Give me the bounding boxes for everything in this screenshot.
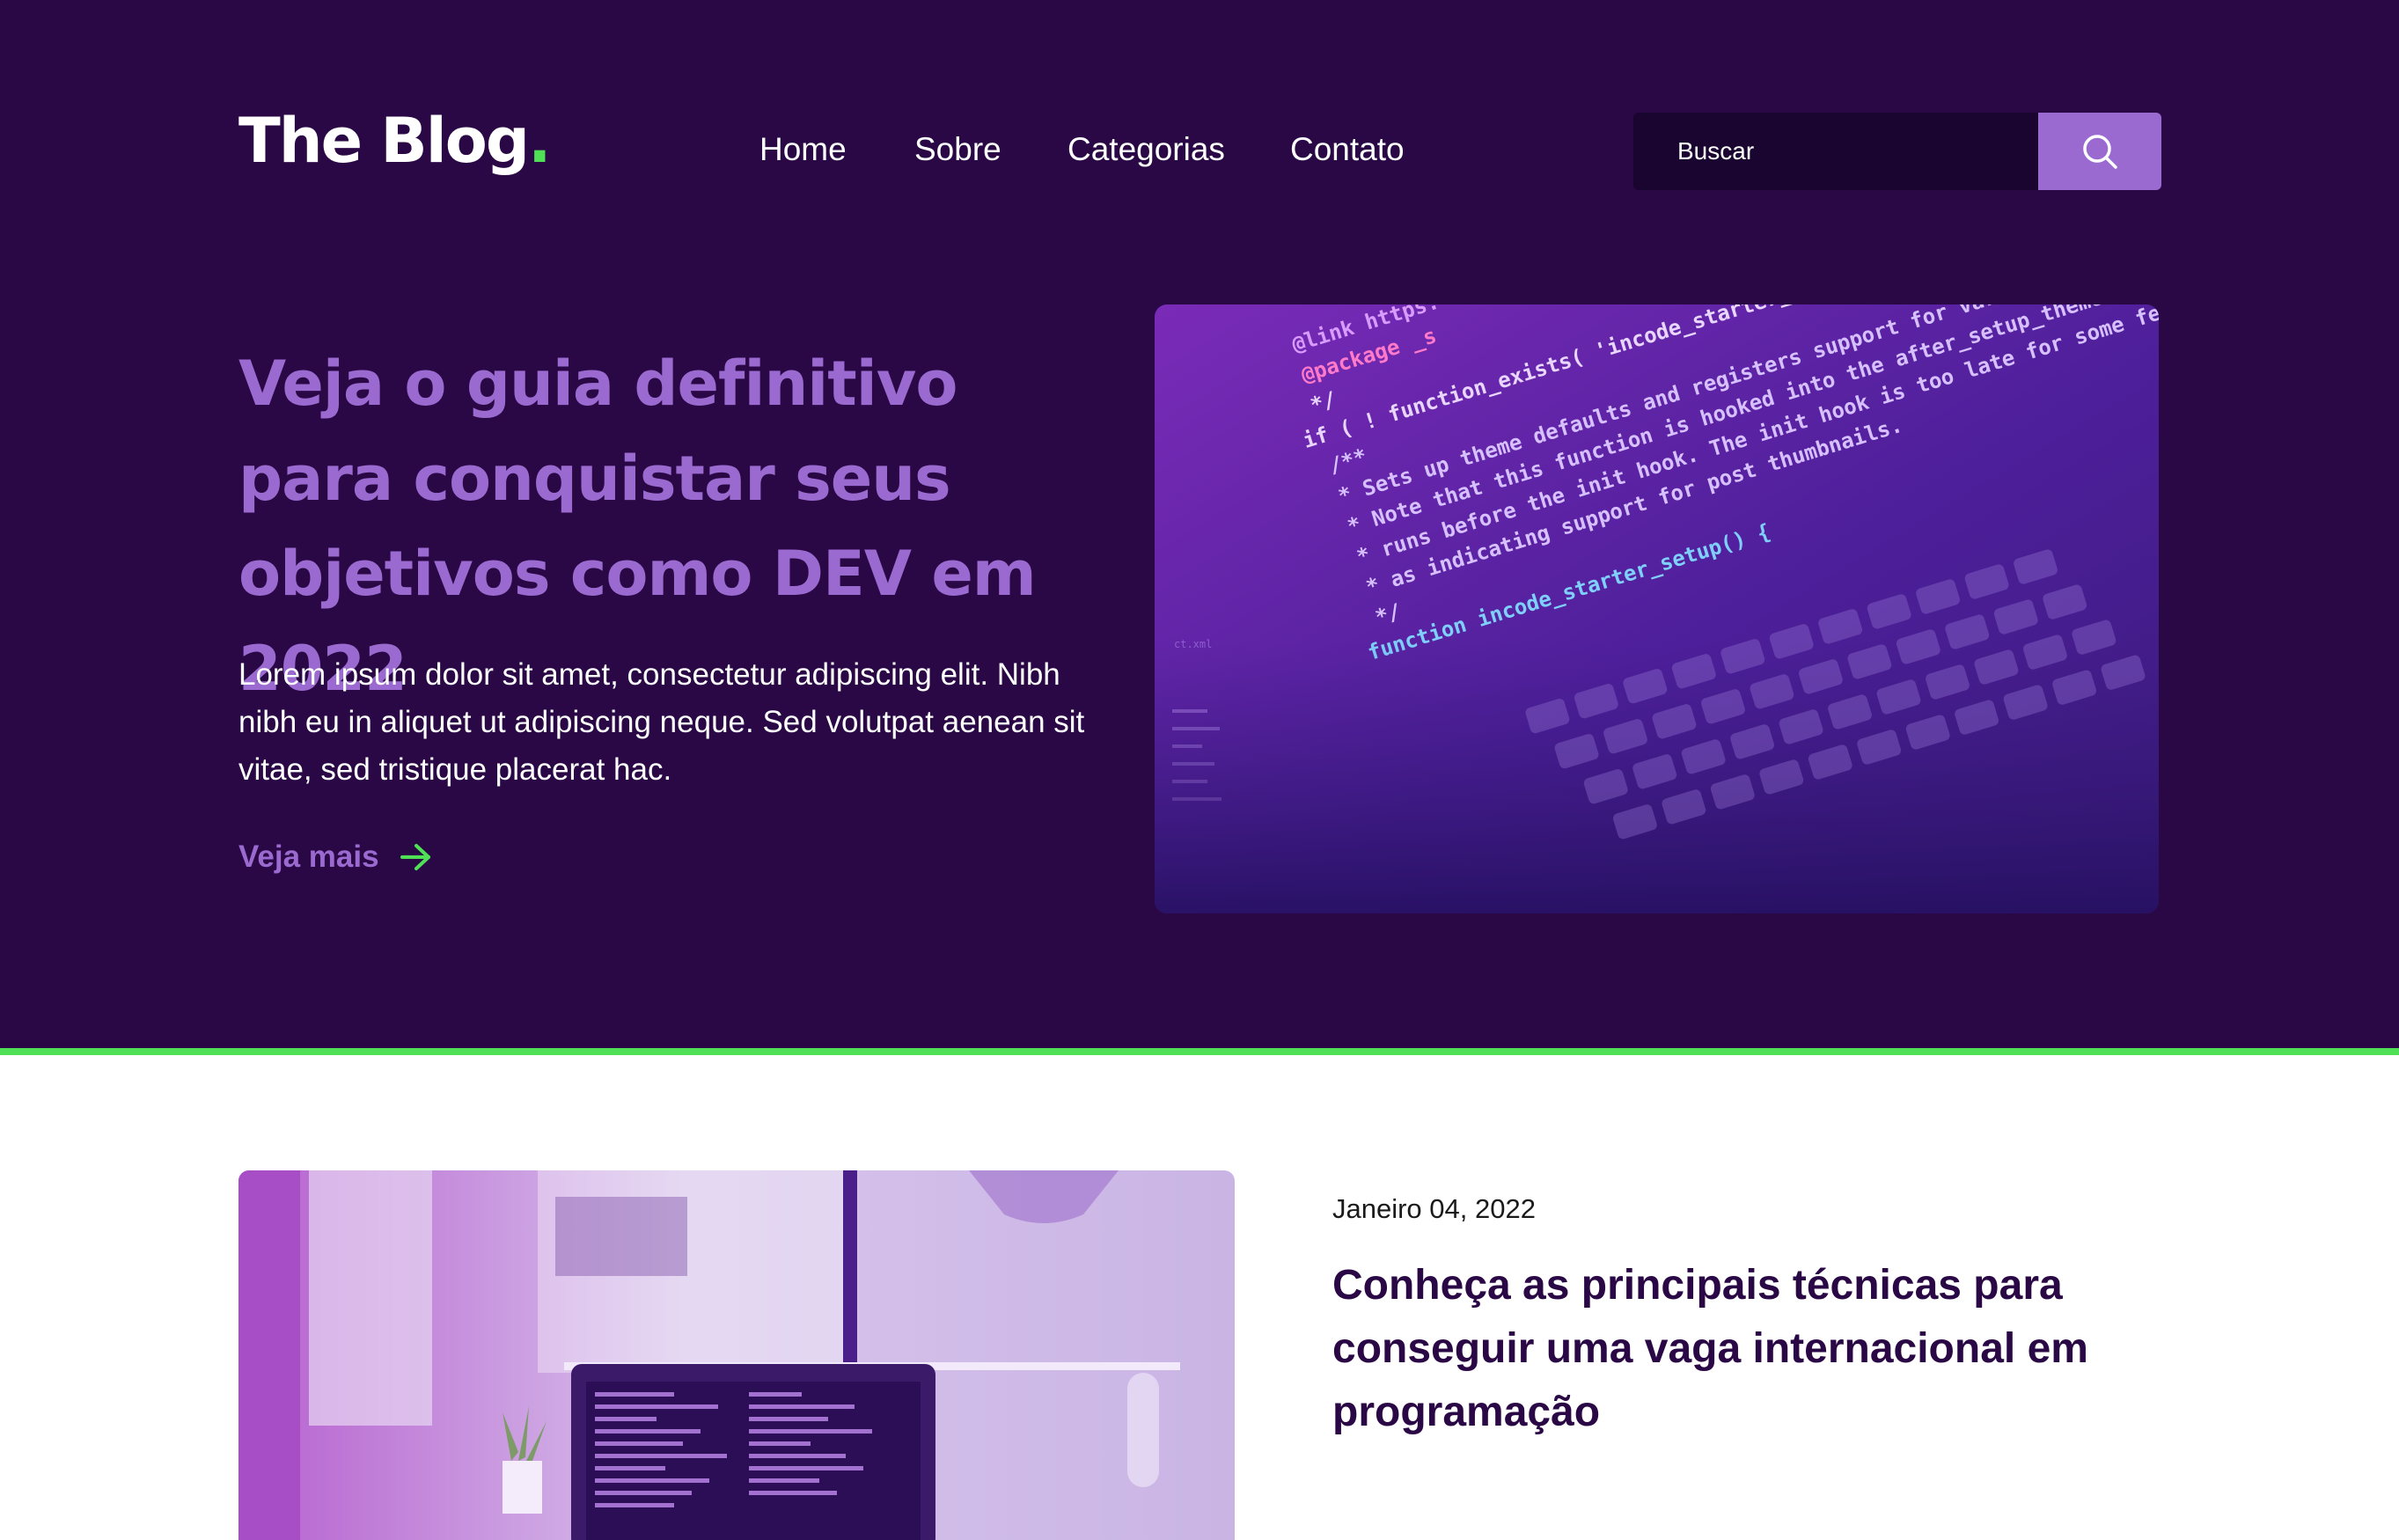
arrow-right-icon (400, 844, 430, 870)
post-title[interactable]: Conheça as principais técnicas para cons… (1332, 1254, 2142, 1444)
nav-categorias[interactable]: Categorias (1067, 128, 1225, 172)
veja-mais-label: Veja mais (238, 840, 379, 874)
nav-home[interactable]: Home (759, 128, 847, 172)
nav-contato[interactable]: Contato (1290, 128, 1405, 172)
post-date: Janeiro 04, 2022 (1332, 1193, 1536, 1224)
search-input[interactable] (1633, 113, 2038, 190)
search-icon (2083, 135, 2117, 169)
search-button[interactable] (2038, 113, 2161, 190)
veja-mais-link[interactable]: Veja mais (238, 840, 434, 875)
nav-sobre[interactable]: Sobre (914, 128, 1001, 172)
logo-dot: . (527, 105, 552, 177)
logo-text: The Blog (238, 105, 530, 177)
logo[interactable]: The Blog. (238, 104, 552, 178)
hero-description: Lorem ipsum dolor sit amet, consectetur … (238, 657, 1085, 787)
post-image-desk-laptop (238, 1170, 1235, 1540)
hero-divider (0, 1048, 2399, 1055)
hero-image-code-laptop: @link https:@package _s*/if ( ! function… (1155, 304, 2159, 913)
search-bar (1633, 113, 2161, 190)
